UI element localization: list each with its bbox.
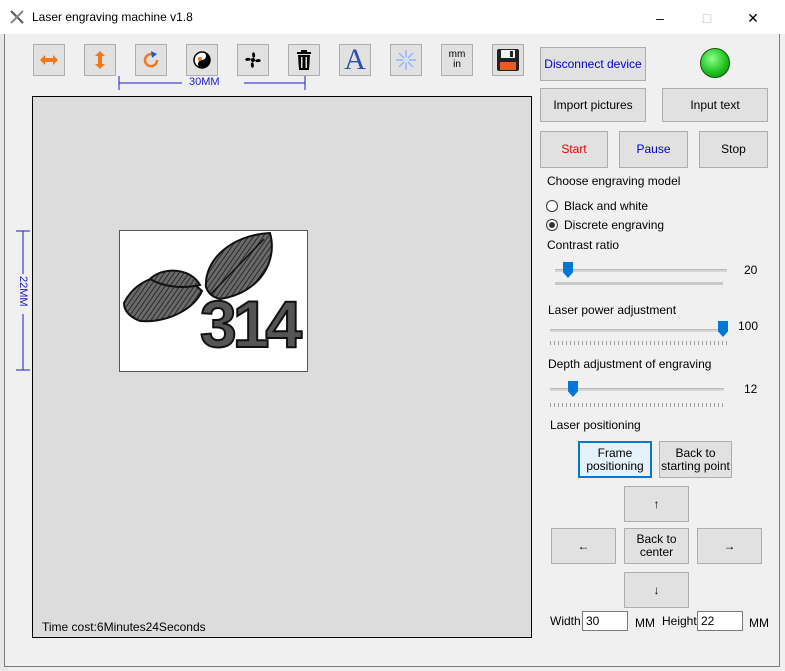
width-unit-label: MM [635, 616, 655, 630]
move-right-button[interactable]: → [697, 528, 762, 564]
invert-icon [193, 51, 211, 69]
maximize-button[interactable]: □ [687, 6, 727, 30]
app-tools-icon [10, 10, 24, 24]
fan-icon [245, 52, 261, 68]
radio-discrete-engraving-label[interactable]: Discrete engraving [564, 218, 664, 232]
radio-black-white-label[interactable]: Black and white [564, 199, 648, 213]
status-led-icon [700, 48, 730, 78]
engraving-canvas[interactable]: 314 Time cost:6Minutes24Seconds [32, 96, 532, 638]
contrast-slider-track[interactable] [555, 269, 727, 272]
time-cost-label: Time cost:6Minutes24Seconds [42, 620, 206, 634]
title-bar: Laser engraving machine v1.8 – □ ✕ [0, 0, 785, 34]
laser-icon [396, 50, 416, 70]
width-input[interactable]: 30 [582, 611, 628, 631]
flip-horizontal-icon [40, 55, 58, 65]
unit-in-label: in [453, 59, 461, 70]
minimize-button[interactable]: – [640, 6, 680, 30]
width-label: Width [550, 614, 581, 628]
text-icon: A [344, 43, 366, 76]
start-button[interactable]: Start [540, 131, 608, 168]
stop-button[interactable]: Stop [699, 131, 768, 168]
pause-button[interactable]: Pause [619, 131, 688, 168]
laser-button[interactable] [390, 44, 422, 76]
flip-vertical-icon [95, 51, 105, 69]
delete-button[interactable] [288, 44, 320, 76]
depth-value: 12 [744, 382, 758, 396]
laser-power-value: 100 [738, 319, 759, 333]
frame-positioning-button[interactable]: Frame positioning [578, 441, 652, 478]
close-button[interactable]: ✕ [733, 6, 773, 30]
back-to-center-button[interactable]: Back to center [624, 528, 689, 564]
input-text-button[interactable]: Input text [662, 88, 768, 122]
rotate-icon [143, 51, 159, 68]
height-label: Height [662, 614, 697, 628]
laser-power-slider-track[interactable] [550, 329, 728, 332]
height-input[interactable]: 22 [697, 611, 743, 631]
height-unit-label: MM [749, 616, 769, 630]
import-pictures-button[interactable]: Import pictures [540, 88, 646, 122]
flip-horizontal-button[interactable] [33, 44, 65, 76]
move-left-button[interactable]: ← [551, 528, 616, 564]
contrast-value: 20 [744, 263, 758, 277]
disconnect-device-button[interactable]: Disconnect device [540, 47, 646, 81]
contrast-slider-ticks [555, 282, 723, 285]
engraving-model-heading: Choose engraving model [547, 174, 681, 188]
back-to-starting-point-button[interactable]: Back to starting point [659, 441, 732, 478]
depth-slider-ticks [550, 403, 724, 407]
laser-power-label: Laser power adjustment [548, 303, 677, 317]
laser-positioning-heading: Laser positioning [550, 418, 641, 432]
save-button[interactable] [492, 44, 524, 76]
text-tool-button[interactable]: A [339, 44, 371, 76]
radio-black-white[interactable] [546, 200, 558, 212]
depth-label: Depth adjustment of engraving [548, 357, 712, 371]
contrast-label: Contrast ratio [547, 238, 620, 252]
radio-discrete-engraving[interactable] [546, 219, 558, 231]
rotate-button[interactable] [135, 44, 167, 76]
engraving-image[interactable]: 314 [119, 230, 308, 372]
flip-vertical-button[interactable] [84, 44, 116, 76]
invert-button[interactable] [186, 44, 218, 76]
width-dimension-label: 30MM [189, 76, 220, 88]
unit-toggle-button[interactable]: mm in [441, 44, 473, 76]
save-icon [497, 49, 519, 71]
trash-icon [297, 50, 311, 70]
laser-power-slider-ticks [550, 341, 728, 345]
height-dimension-label: 22MM [17, 276, 29, 307]
logo-text: 314 [199, 287, 303, 361]
move-down-button[interactable]: ↓ [624, 572, 689, 608]
window-title: Laser engraving machine v1.8 [32, 10, 193, 24]
fan-button[interactable] [237, 44, 269, 76]
move-up-button[interactable]: ↑ [624, 486, 689, 522]
